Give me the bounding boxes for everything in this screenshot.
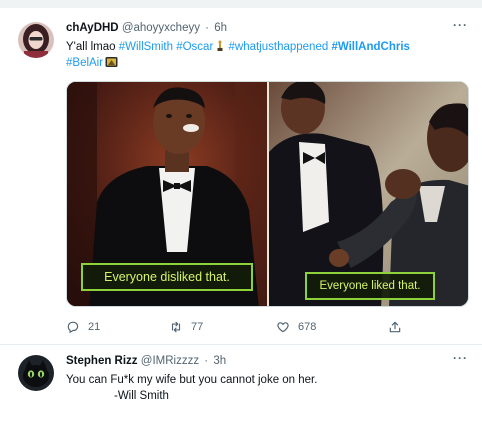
- hashtag-willandchris[interactable]: #WillAndChris: [331, 41, 409, 53]
- avatar[interactable]: [18, 22, 54, 58]
- meme-caption-left: Everyone disliked that.: [81, 263, 253, 291]
- trophy-emoji: [217, 40, 223, 51]
- meme-panel-right: Everyone liked that.: [269, 82, 468, 306]
- user-handle[interactable]: @ahoyyxcheyy: [122, 22, 200, 34]
- user-handle[interactable]: @IMRizzzz: [141, 355, 199, 367]
- reply-button[interactable]: 21: [66, 320, 100, 334]
- ellipsis-icon[interactable]: ···: [453, 351, 468, 365]
- retweet-button[interactable]: 77: [169, 320, 203, 334]
- tweet-actions: 21 77 678: [66, 320, 426, 336]
- hashtag-oscar[interactable]: #Oscar: [176, 41, 213, 53]
- timeline: chAyDHD @ahoyyxcheyy · 6h ··· Y'all lmao…: [0, 0, 482, 422]
- tweet-text: You can Fu*k my wife but you cannot joke…: [66, 372, 466, 404]
- hashtag-whatjusthappened[interactable]: #whatjusthappened: [229, 41, 329, 53]
- tweet-header: chAyDHD @ahoyyxcheyy · 6h: [66, 22, 227, 34]
- tweet-text-line: You can Fu*k my wife but you cannot joke…: [66, 374, 318, 386]
- meme-caption-right: Everyone liked that.: [305, 272, 435, 300]
- ellipsis-icon[interactable]: ···: [453, 18, 468, 32]
- like-count: 678: [298, 321, 317, 333]
- timestamp[interactable]: 6h: [214, 22, 227, 34]
- tweet-text: Y'all lmao #WillSmith #Oscar #whatjustha…: [66, 39, 466, 71]
- separator: ·: [205, 22, 210, 34]
- tweet[interactable]: Stephen Rizz @IMRizzzz · 3h ··· You can …: [0, 345, 482, 422]
- timestamp[interactable]: 3h: [213, 355, 226, 367]
- reply-icon: [67, 321, 79, 334]
- tweet-media[interactable]: Everyone disliked that. Everyone liked t…: [66, 81, 469, 307]
- meme-panel-left: Everyone disliked that.: [67, 82, 267, 306]
- reply-count: 21: [88, 321, 101, 333]
- display-name[interactable]: chAyDHD: [66, 22, 119, 34]
- share-button[interactable]: [388, 320, 402, 334]
- hashtag-belair[interactable]: #BelAir: [66, 57, 103, 69]
- top-strip: [0, 0, 482, 8]
- share-icon: [389, 321, 401, 333]
- like-button[interactable]: 678: [276, 320, 316, 334]
- tweet-text-signature: -Will Smith: [114, 390, 169, 402]
- display-name[interactable]: Stephen Rizz: [66, 355, 138, 367]
- separator: ·: [204, 355, 209, 367]
- retweet-count: 77: [191, 321, 204, 333]
- heart-icon: [277, 322, 289, 333]
- tv-emoji: [105, 57, 118, 67]
- retweet-icon: [171, 321, 181, 333]
- tweet-text-prefix: Y'all lmao: [66, 41, 119, 53]
- avatar[interactable]: [18, 355, 54, 391]
- tweet-header: Stephen Rizz @IMRizzzz · 3h: [66, 355, 226, 367]
- tweet[interactable]: chAyDHD @ahoyyxcheyy · 6h ··· Y'all lmao…: [0, 8, 482, 344]
- hashtag-willsmith[interactable]: #WillSmith: [119, 41, 173, 53]
